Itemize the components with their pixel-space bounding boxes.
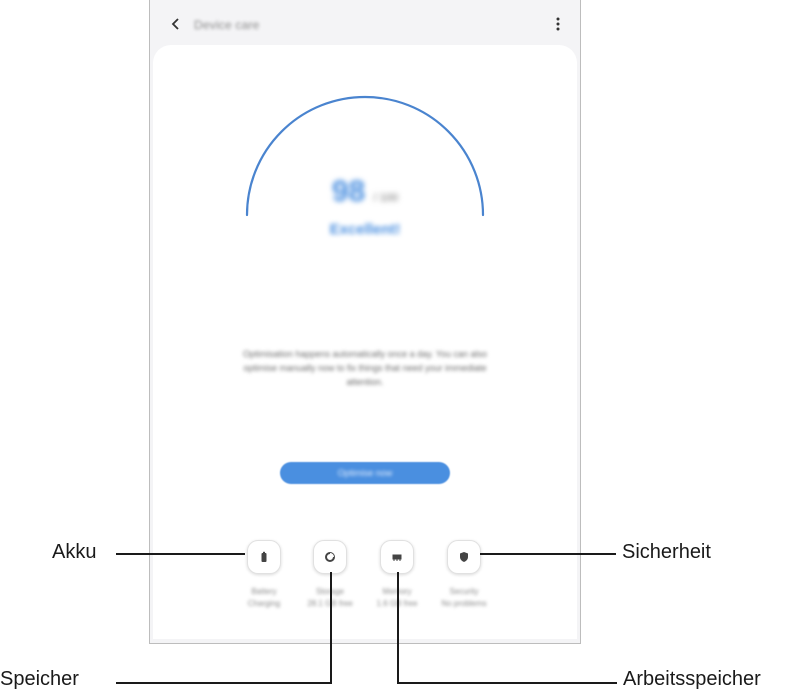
callout-line-sicherheit bbox=[480, 553, 616, 555]
battery-label: Battery Charging bbox=[234, 586, 294, 610]
battery-icon bbox=[261, 551, 267, 562]
device-screen: Device care 98 / 100 Excellent! Optimisa… bbox=[149, 0, 581, 644]
callout-sicherheit: Sicherheit bbox=[622, 541, 711, 563]
optimize-now-label: Optimise now bbox=[337, 468, 393, 478]
callout-speicher: Speicher bbox=[0, 668, 79, 690]
storage-button[interactable] bbox=[313, 540, 347, 574]
app-title: Device care bbox=[194, 18, 260, 32]
more-options-icon[interactable] bbox=[556, 16, 560, 32]
callout-line-speicher-h bbox=[116, 682, 332, 684]
callout-arbeitsspeicher: Arbeitsspeicher bbox=[623, 668, 761, 690]
battery-button[interactable] bbox=[247, 540, 281, 574]
callout-line-speicher-v bbox=[330, 572, 332, 684]
storage-icon bbox=[325, 552, 335, 562]
callout-line-arbeitsspeicher-v bbox=[397, 572, 399, 684]
security-icon bbox=[460, 552, 468, 562]
top-app-bar: Device care bbox=[150, 0, 580, 50]
memory-icon bbox=[392, 554, 402, 561]
score-max: / 100 bbox=[373, 192, 399, 204]
security-button[interactable] bbox=[447, 540, 481, 574]
device-care-card: 98 / 100 Excellent! Optimisation happens… bbox=[153, 45, 577, 639]
security-label: Security No problems bbox=[434, 586, 494, 610]
memory-button[interactable] bbox=[380, 540, 414, 574]
score-status: Excellent! bbox=[329, 221, 401, 238]
security-label-text: Security No problems bbox=[441, 587, 487, 608]
score-display: 98 / 100 bbox=[153, 175, 577, 209]
optimize-now-button[interactable]: Optimise now bbox=[280, 462, 450, 484]
callout-akku: Akku bbox=[52, 541, 97, 563]
battery-label-text: Battery Charging bbox=[247, 587, 281, 608]
callout-line-akku bbox=[116, 553, 245, 555]
score-value: 98 bbox=[331, 175, 366, 208]
back-arrow-icon[interactable] bbox=[170, 17, 182, 31]
description-text: Optimisation happens automatically once … bbox=[243, 349, 487, 387]
callout-line-arbeitsspeicher-h bbox=[397, 682, 617, 684]
